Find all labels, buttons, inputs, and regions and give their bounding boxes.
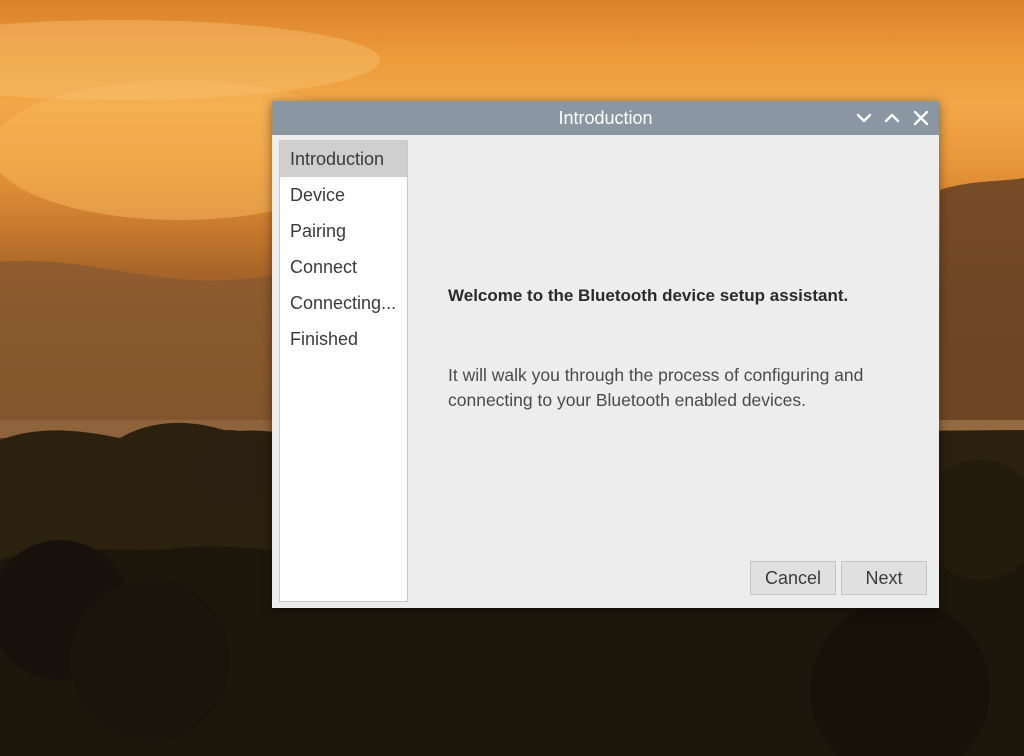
- chevron-up-icon[interactable]: [881, 107, 903, 129]
- step-connecting[interactable]: Connecting...: [280, 285, 407, 321]
- description-line-1: It will walk you through the process of …: [448, 365, 864, 385]
- title-bar[interactable]: Introduction: [272, 101, 939, 135]
- cancel-button[interactable]: Cancel: [750, 561, 836, 595]
- step-finished[interactable]: Finished: [280, 321, 407, 357]
- next-button[interactable]: Next: [841, 561, 927, 595]
- step-connect[interactable]: Connect: [280, 249, 407, 285]
- description-line-2: connecting to your Bluetooth enabled dev…: [448, 390, 807, 410]
- welcome-heading: Welcome to the Bluetooth device setup as…: [448, 286, 849, 305]
- close-icon[interactable]: [910, 107, 932, 129]
- chevron-down-icon[interactable]: [853, 107, 875, 129]
- bluetooth-setup-dialog: Introduction Introduction Device Pairing…: [272, 101, 939, 608]
- intro-description: It will walk you through the process of …: [448, 363, 918, 413]
- steps-sidebar: Introduction Device Pairing Connect Conn…: [279, 140, 408, 602]
- step-device[interactable]: Device: [280, 177, 407, 213]
- step-pairing[interactable]: Pairing: [280, 213, 407, 249]
- window-title: Introduction: [558, 108, 653, 128]
- step-introduction[interactable]: Introduction: [280, 141, 407, 177]
